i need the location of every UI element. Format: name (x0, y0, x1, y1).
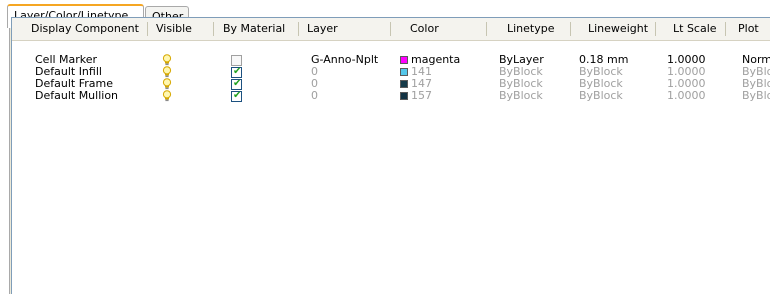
cell-display-component: Default Mullion (35, 90, 119, 102)
column-header-visible[interactable]: Visible (156, 18, 192, 40)
cell-plot-style[interactable]: ByBlo (742, 90, 770, 102)
color-name: 147 (411, 78, 432, 90)
column-header-linetype[interactable]: Linetype (507, 18, 555, 40)
cell-linetype[interactable]: ByBlock (499, 90, 543, 102)
checkmark-icon: ✔ (233, 66, 242, 77)
column-header-lt-scale[interactable]: Lt Scale (673, 18, 717, 40)
table-row[interactable]: Default Mullion ✔ 0 157 ByBlock ByBlock 1.0000… (12, 90, 770, 102)
column-header-color[interactable]: Color (410, 18, 439, 40)
display-component-list[interactable]: Display Component Visible By Material La… (11, 17, 770, 294)
cell-layer[interactable]: G-Anno-Nplt (311, 54, 378, 66)
by-material-checkbox[interactable]: ✔ (231, 66, 242, 78)
cell-color[interactable]: magenta (400, 54, 460, 66)
column-divider[interactable] (390, 22, 391, 36)
column-header-layer[interactable]: Layer (307, 18, 338, 40)
cell-lt-scale[interactable]: 1.0000 (667, 54, 706, 66)
table-row[interactable]: Cell Marker G-Anno-Nplt magenta ByLayer 0.18… (12, 54, 770, 66)
column-divider[interactable] (298, 22, 299, 36)
column-divider[interactable] (725, 22, 726, 36)
table-row[interactable]: Default Infill ✔ 0 141 ByBlock ByBlock 1.0000 B… (12, 66, 770, 78)
cell-plot-style[interactable]: Norm (742, 54, 770, 66)
column-header-by-material[interactable]: By Material (223, 18, 285, 40)
column-divider[interactable] (147, 22, 148, 36)
column-divider[interactable] (213, 22, 214, 36)
cell-color[interactable]: 157 (400, 90, 432, 102)
cell-plot-style[interactable]: ByBlo (742, 66, 770, 78)
cell-lineweight[interactable]: 0.18 mm (579, 54, 628, 66)
cell-linetype[interactable]: ByLayer (499, 54, 544, 66)
column-header-display-component[interactable]: Display Component (31, 18, 139, 40)
by-material-checkbox[interactable]: ✔ (231, 90, 242, 102)
color-name: 141 (411, 66, 432, 78)
list-header: Display Component Visible By Material La… (12, 18, 770, 41)
lightbulb-icon[interactable] (162, 78, 172, 90)
color-swatch (400, 80, 408, 88)
cell-lt-scale[interactable]: 1.0000 (667, 78, 706, 90)
cell-lineweight[interactable]: ByBlock (579, 90, 623, 102)
column-divider[interactable] (570, 22, 571, 36)
cell-color[interactable]: 147 (400, 78, 432, 90)
cell-lineweight[interactable]: ByBlock (579, 66, 623, 78)
cell-lt-scale[interactable]: 1.0000 (667, 90, 706, 102)
cell-display-component: Default Frame (35, 78, 113, 90)
column-divider[interactable] (655, 22, 656, 36)
column-header-plot-style[interactable]: Plot (738, 18, 759, 40)
cell-linetype[interactable]: ByBlock (499, 78, 543, 90)
lightbulb-icon[interactable] (162, 90, 172, 102)
color-swatch (400, 92, 408, 100)
cell-layer[interactable]: 0 (311, 90, 318, 102)
lightbulb-icon[interactable] (162, 54, 172, 66)
cell-plot-style[interactable]: ByBlo (742, 78, 770, 90)
cell-lt-scale[interactable]: 1.0000 (667, 66, 706, 78)
checkmark-icon: ✔ (233, 78, 242, 89)
column-divider[interactable] (486, 22, 487, 36)
column-header-lineweight[interactable]: Lineweight (588, 18, 648, 40)
cell-color[interactable]: 141 (400, 66, 432, 78)
cell-layer[interactable]: 0 (311, 66, 318, 78)
cell-lineweight[interactable]: ByBlock (579, 78, 623, 90)
checkmark-icon: ✔ (233, 90, 242, 101)
cell-layer[interactable]: 0 (311, 78, 318, 90)
lightbulb-icon[interactable] (162, 66, 172, 78)
color-swatch (400, 56, 408, 64)
cell-display-component: Default Infill (35, 66, 102, 78)
cell-display-component: Cell Marker (35, 54, 98, 66)
table-row[interactable]: Default Frame ✔ 0 147 ByBlock ByBlock 1.0000 By… (12, 78, 770, 90)
color-name: 157 (411, 90, 432, 102)
by-material-checkbox[interactable] (231, 55, 242, 66)
color-name: magenta (411, 54, 461, 66)
cell-linetype[interactable]: ByBlock (499, 66, 543, 78)
color-swatch (400, 68, 408, 76)
by-material-checkbox[interactable]: ✔ (231, 78, 242, 90)
